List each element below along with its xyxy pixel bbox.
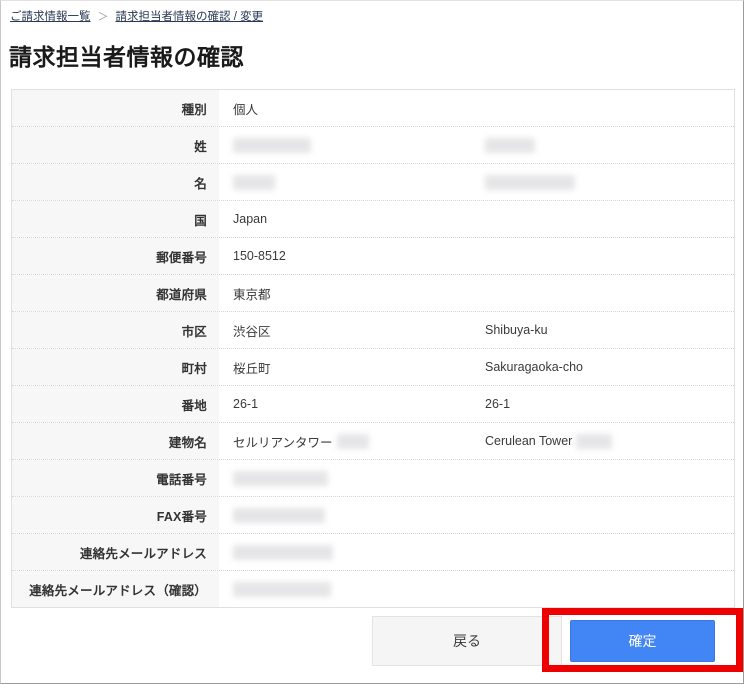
row-value-en-text: 26-1 — [485, 397, 511, 411]
row-value-en: Shibuya-ku — [475, 323, 734, 337]
row-value-ja: 桜丘町 — [219, 358, 475, 377]
row-value-ja-text: 個人 — [233, 102, 259, 117]
row-value-en: Sakuragaoka-cho — [475, 360, 734, 374]
row-value-ja: 150-8512 — [219, 249, 475, 263]
row-label: 姓 — [12, 127, 219, 163]
redacted-value — [233, 137, 311, 153]
row-value-ja: 渋谷区 — [219, 321, 475, 340]
table-row: 連絡先メールアドレス — [12, 534, 734, 571]
row-value-ja — [219, 137, 475, 153]
row-value-group: 150-8512 — [219, 238, 734, 274]
row-value-group — [219, 127, 734, 163]
row-value-ja-text: 桜丘町 — [233, 361, 271, 376]
row-value-ja: 個人 — [219, 99, 475, 118]
table-row: 市区 渋谷区 Shibuya-ku — [12, 312, 734, 349]
row-label: FAX番号 — [12, 497, 219, 533]
table-row: 郵便番号 150-8512 — [12, 238, 734, 275]
table-row: 名 — [12, 164, 734, 201]
redacted-value — [233, 470, 328, 486]
redacted-value — [336, 433, 369, 449]
redacted-value — [485, 174, 575, 190]
row-value-ja-text: 東京都 — [233, 287, 271, 302]
row-value-ja-text: 26-1 — [233, 397, 259, 411]
redacted-value — [485, 137, 535, 153]
row-value-ja: 26-1 — [219, 397, 475, 411]
row-value-en — [475, 137, 734, 153]
row-value-group: 東京都 — [219, 275, 734, 311]
redacted-value — [576, 433, 613, 449]
row-value-ja: 東京都 — [219, 284, 475, 303]
row-value-ja-text: セルリアンタワー — [233, 435, 333, 450]
row-value-en: 26-1 — [475, 397, 734, 411]
row-value-ja: Japan — [219, 212, 475, 226]
row-value-ja: セルリアンタワー — [219, 432, 475, 451]
table-row: 番地 26-1 26-1 — [12, 386, 734, 423]
row-value-en-text: Cerulean Tower — [485, 434, 573, 448]
row-value-en-text: Sakuragaoka-cho — [485, 360, 583, 374]
table-row: 都道府県 東京都 — [12, 275, 734, 312]
row-label: 番地 — [12, 386, 219, 422]
row-value-ja-text: 渋谷区 — [233, 324, 271, 339]
table-row: 種別 個人 — [12, 90, 734, 127]
footer-button-bar: 戻る 確定 — [1, 608, 744, 672]
breadcrumb-item-current[interactable]: 請求担当者情報の確認 / 変更 — [116, 10, 264, 24]
row-label: 建物名 — [12, 423, 219, 459]
row-value-group: Japan — [219, 201, 734, 237]
row-value-group — [219, 164, 734, 200]
table-row: 連絡先メールアドレス（確認） — [12, 571, 734, 607]
row-value-ja — [219, 581, 475, 597]
breadcrumb-item-billing-list[interactable]: ご請求情報一覧 — [10, 10, 91, 24]
row-value-en: Cerulean Tower — [475, 433, 734, 449]
page-content: ご請求情報一覧 ＞ 請求担当者情報の確認 / 変更 請求担当者情報の確認 種別個… — [1, 1, 743, 683]
row-label: 名 — [12, 164, 219, 200]
row-label: 連絡先メールアドレス（確認） — [12, 571, 219, 607]
confirm-button[interactable]: 確定 — [570, 620, 715, 662]
back-button[interactable]: 戻る — [372, 616, 562, 666]
table-row: 町村 桜丘町 Sakuragaoka-cho — [12, 349, 734, 386]
table-row: 姓 — [12, 127, 734, 164]
row-label: 電話番号 — [12, 460, 219, 496]
row-value-group: 26-1 26-1 — [219, 386, 734, 422]
row-label: 市区 — [12, 312, 219, 348]
row-value-ja — [219, 470, 475, 486]
row-value-group — [219, 534, 734, 570]
row-value-group: 渋谷区 Shibuya-ku — [219, 312, 734, 348]
row-label: 郵便番号 — [12, 238, 219, 274]
breadcrumb: ご請求情報一覧 ＞ 請求担当者情報の確認 / 変更 — [10, 10, 263, 24]
redacted-value — [233, 174, 275, 190]
row-value-ja — [219, 174, 475, 190]
row-label: 国 — [12, 201, 219, 237]
table-row: 国 Japan — [12, 201, 734, 238]
redacted-value — [233, 581, 331, 597]
page-title: 請求担当者情報の確認 — [9, 44, 244, 70]
row-label: 町村 — [12, 349, 219, 385]
row-value-group: セルリアンタワー Cerulean Tower — [219, 423, 734, 459]
row-value-en-text: Shibuya-ku — [485, 323, 548, 337]
row-value-en — [475, 174, 734, 190]
table-row: 建物名 セルリアンタワー Cerulean Tower — [12, 423, 734, 460]
row-value-group: 桜丘町 Sakuragaoka-cho — [219, 349, 734, 385]
row-value-group — [219, 460, 734, 496]
row-label: 種別 — [12, 90, 219, 126]
row-value-ja-text: Japan — [233, 212, 268, 226]
row-label: 都道府県 — [12, 275, 219, 311]
table-row: 電話番号 — [12, 460, 734, 497]
row-label: 連絡先メールアドレス — [12, 534, 219, 570]
redacted-value — [233, 507, 325, 523]
row-value-group: 個人 — [219, 90, 734, 126]
browser-viewport: ご請求情報一覧 ＞ 請求担当者情報の確認 / 変更 請求担当者情報の確認 種別個… — [0, 0, 744, 684]
breadcrumb-separator-icon: ＞ — [97, 11, 109, 23]
redacted-value — [233, 544, 333, 560]
row-value-ja — [219, 544, 475, 560]
row-value-group — [219, 497, 734, 533]
row-value-group — [219, 571, 734, 607]
table-row: FAX番号 — [12, 497, 734, 534]
row-value-ja-text: 150-8512 — [233, 249, 286, 263]
billing-contact-info-table: 種別 個人姓名国 Japan 郵便番号 150-8512 都道府県 東京都 市区 渋谷区 Shib… — [11, 89, 735, 608]
row-value-ja — [219, 507, 475, 523]
